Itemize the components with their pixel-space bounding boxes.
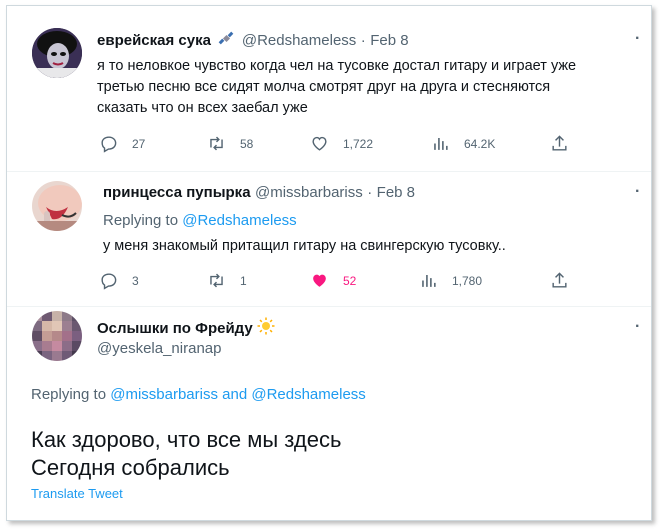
avatar[interactable]	[32, 181, 82, 231]
tweet-text: я то неловкое чувство когда чел на тусов…	[97, 56, 576, 119]
handle[interactable]: @Redshameless	[242, 32, 356, 49]
tweet-text-line: Сегодня собрались	[31, 455, 230, 480]
sun-icon	[257, 317, 275, 340]
handle[interactable]: @yeskela_niranap	[97, 340, 221, 357]
share-button[interactable]	[550, 134, 583, 153]
tweet-text: Как здорово, что все мы здесь Сегодня со…	[31, 426, 341, 482]
avatar[interactable]	[32, 311, 82, 361]
satellite-icon	[218, 31, 234, 52]
replying-to: Replying to @missbarbariss and @Redshame…	[31, 386, 366, 403]
share-button[interactable]	[550, 271, 583, 290]
like-count: 52	[343, 273, 357, 288]
retweet-count: 58	[240, 136, 254, 151]
replying-to: Replying to @Redshameless	[103, 212, 297, 229]
display-name[interactable]: Ослышки по Фрейду	[97, 320, 253, 337]
retweet-button[interactable]: 58	[207, 134, 253, 153]
tweet-text-line: сказать что он всех заебал уже	[97, 100, 308, 116]
timestamp[interactable]: Feb 8	[370, 32, 408, 49]
heart-icon	[313, 274, 326, 287]
replying-to-link[interactable]: @Redshameless	[182, 212, 296, 229]
tweet-text-line: Как здорово, что все мы здесь	[31, 427, 342, 452]
timestamp[interactable]: Feb 8	[377, 184, 415, 201]
more-options-icon[interactable]: ·	[635, 183, 640, 201]
reply-button[interactable]: 27	[99, 134, 145, 153]
replying-to-and: and	[222, 386, 248, 403]
views-icon	[422, 274, 436, 287]
more-options-icon[interactable]: ·	[635, 30, 640, 48]
replying-to-label: Replying to	[31, 386, 107, 403]
divider	[7, 306, 651, 307]
retweet-count: 1	[240, 273, 247, 288]
retweet-icon	[210, 136, 223, 151]
tweet-text: у меня знакомый притащил гитару на свинг…	[103, 238, 506, 254]
handle[interactable]: @missbarbariss	[255, 184, 363, 201]
more-options-icon[interactable]: ·	[635, 318, 640, 336]
reply-icon	[101, 273, 117, 290]
views-button[interactable]: 1,780	[419, 271, 482, 290]
divider	[7, 171, 651, 172]
views-button[interactable]: 64.2K	[431, 134, 495, 153]
reply-count: 3	[132, 273, 139, 288]
reply-button[interactable]: 3	[99, 271, 139, 290]
tweet-text-line: я то неловкое чувство когда чел на тусов…	[97, 58, 577, 74]
views-count: 64.2K	[464, 136, 496, 151]
views-icon	[434, 137, 448, 150]
retweet-button[interactable]: 1	[207, 271, 247, 290]
replying-to-label: Replying to	[103, 212, 179, 229]
reply-count: 27	[132, 136, 146, 151]
translate-tweet-link[interactable]: Translate Tweet	[31, 486, 123, 501]
like-count: 1,722	[343, 136, 374, 151]
like-button[interactable]: 52	[310, 271, 356, 290]
reply-icon	[101, 136, 117, 153]
heart-icon	[312, 136, 327, 151]
separator-dot: ·	[360, 32, 366, 49]
like-button[interactable]: 1,722	[310, 134, 373, 153]
share-icon	[552, 135, 567, 151]
display-name[interactable]: еврейская сука	[97, 32, 211, 49]
tweet-thread: еврейская сука @Redshameless · Feb 8 · я…	[6, 5, 652, 521]
display-name[interactable]: принцесса пупырка	[103, 184, 251, 201]
views-count: 1,780	[452, 273, 483, 288]
replying-to-link[interactable]: @missbarbariss	[110, 386, 218, 403]
replying-to-link[interactable]: @Redshameless	[251, 386, 365, 403]
separator-dot: ·	[367, 184, 373, 201]
retweet-icon	[210, 273, 223, 288]
tweet-text-line: третью песню все сидят молча смотрят дру…	[97, 79, 551, 95]
avatar[interactable]	[32, 28, 82, 78]
share-icon	[552, 272, 567, 288]
